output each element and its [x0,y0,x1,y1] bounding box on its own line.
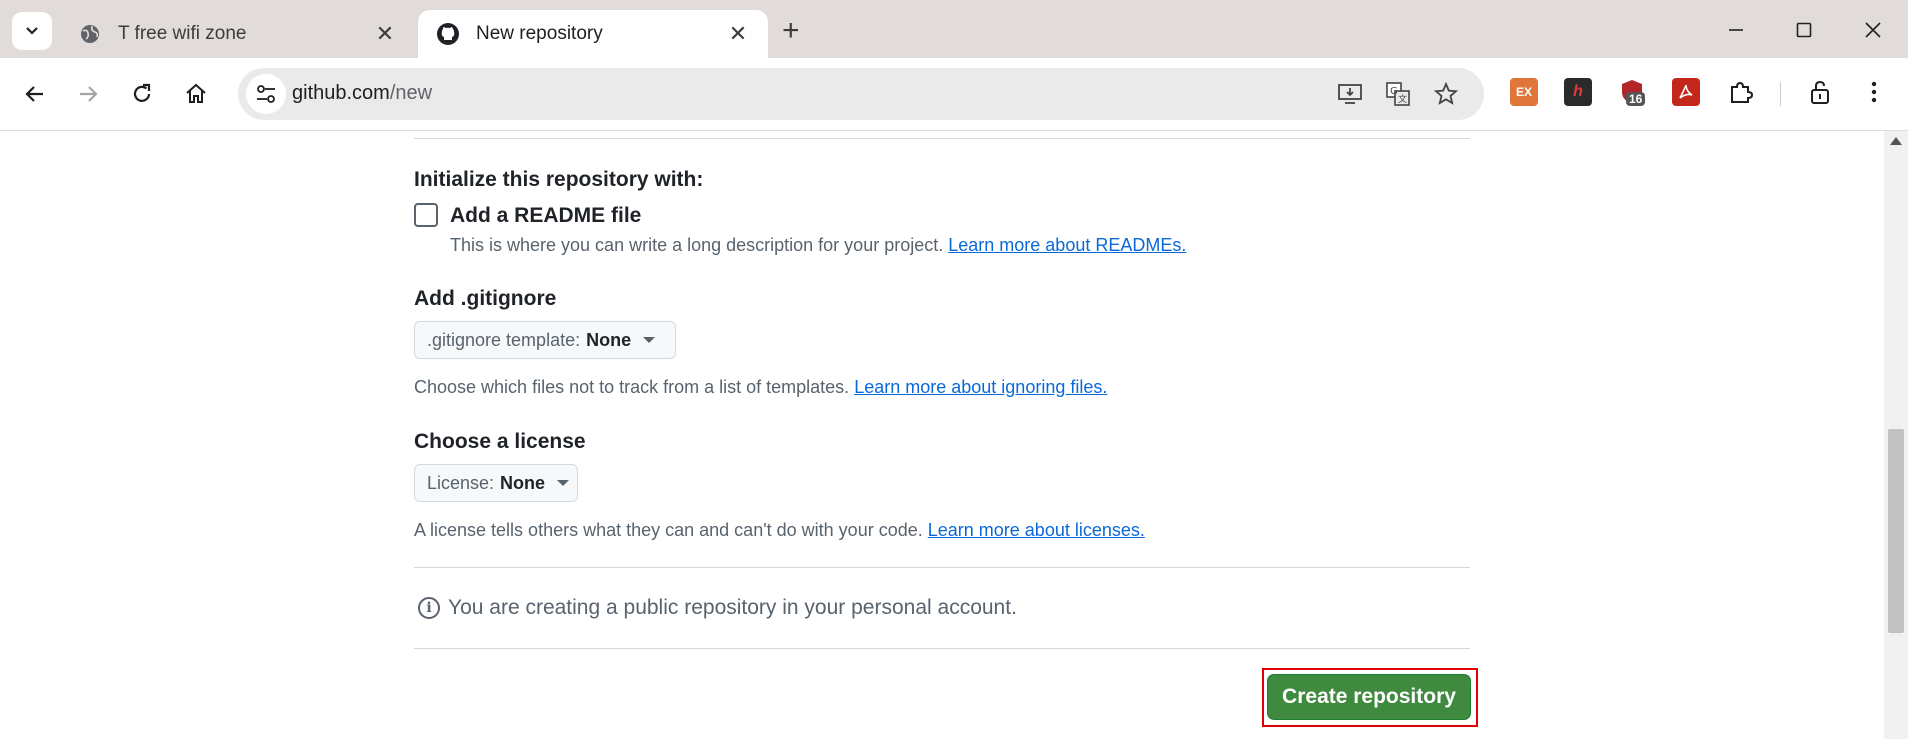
dropdown-value: None [586,329,632,350]
dropdown-key: License: [427,472,495,493]
scrollbar-thumb[interactable] [1888,429,1904,633]
license-dropdown[interactable]: License: None [414,464,578,502]
tab-strip: T free wifi zone ✕ New repository ✕ + [0,0,1908,58]
globe-icon [78,22,102,46]
bookmark-star-icon[interactable] [1432,80,1460,108]
tab-title: T free wifi zone [118,23,247,44]
chevron-down-icon [26,27,38,35]
gitignore-learn-more-link[interactable]: Learn more about ignoring files. [854,377,1107,397]
lock-icon[interactable] [1806,78,1834,106]
maximize-icon[interactable] [1788,16,1820,44]
gitignore-note-text: Choose which files not to track from a l… [414,377,850,397]
gitignore-template-dropdown[interactable]: .gitignore template: None [414,321,676,359]
browser-toolbar: github.com/new G文 EX h 16 [0,58,1908,131]
reload-icon[interactable] [124,76,160,112]
close-tab-icon[interactable]: ✕ [726,21,750,47]
extension-badge: 16 [1626,92,1646,106]
license-learn-more-link[interactable]: Learn more about licenses. [928,520,1145,540]
toolbar-separator [1780,82,1781,106]
vertical-scrollbar[interactable] [1884,131,1908,739]
divider [414,648,1470,649]
extensions-puzzle-icon[interactable] [1726,78,1754,106]
license-note: A license tells others what they can and… [414,520,1145,541]
tab-title: New repository [476,23,603,44]
svg-text:文: 文 [1398,93,1407,105]
caret-down-icon [557,480,570,486]
readme-learn-more-link[interactable]: Learn more about READMEs. [948,235,1186,255]
url-host: github.com [292,82,390,104]
caret-down-icon [643,337,656,343]
tab-new-repository[interactable]: New repository ✕ [418,10,768,58]
svg-text:G: G [1390,86,1398,97]
site-settings-icon[interactable] [246,74,286,114]
create-repository-button[interactable]: Create repository [1267,674,1471,720]
divider [414,138,1470,139]
readme-checkbox[interactable] [414,203,438,227]
address-bar[interactable]: github.com/new G文 [238,68,1484,120]
dropdown-value: None [500,472,546,493]
license-note-text: A license tells others what they can and… [414,520,923,540]
minimize-icon[interactable] [1720,16,1752,44]
url-text: github.com/new [292,82,432,105]
shield-extension-icon[interactable]: 16 [1618,78,1646,106]
close-tab-icon[interactable]: ✕ [373,21,397,47]
tab-t-free-wifi-zone[interactable]: T free wifi zone ✕ [60,10,415,58]
gitignore-note: Choose which files not to track from a l… [414,377,1107,398]
new-tab-button[interactable]: + [782,16,800,46]
back-arrow-icon[interactable] [17,76,53,112]
readme-note-text: This is where you can write a long descr… [450,235,944,255]
h-extension-icon[interactable]: h [1564,78,1592,106]
info-icon: i [418,597,440,619]
divider [414,567,1470,568]
tab-search-button[interactable] [12,12,52,50]
license-heading: Choose a license [414,430,586,453]
page-content: Initialize this repository with: Add a R… [0,131,1884,739]
forward-arrow-icon[interactable] [70,76,106,112]
ex-extension-icon[interactable]: EX [1510,78,1538,106]
scroll-up-arrow-icon[interactable] [1890,137,1902,145]
menu-kebab-icon[interactable] [1860,78,1888,106]
readme-label[interactable]: Add a README file [450,204,641,228]
home-icon[interactable] [178,76,214,112]
dropdown-key: .gitignore template: [427,329,581,350]
close-window-icon[interactable] [1857,16,1889,44]
pdf-extension-icon[interactable] [1672,78,1700,106]
install-app-icon[interactable] [1336,80,1364,108]
initialize-heading: Initialize this repository with: [414,168,704,191]
readme-note: This is where you can write a long descr… [450,235,1186,256]
url-path: /new [389,82,433,104]
gitignore-heading: Add .gitignore [414,287,557,310]
github-icon [436,22,460,46]
visibility-info: i You are creating a public repository i… [418,596,1017,620]
translate-icon[interactable]: G文 [1384,80,1412,108]
visibility-info-text: You are creating a public repository in … [448,596,1017,619]
